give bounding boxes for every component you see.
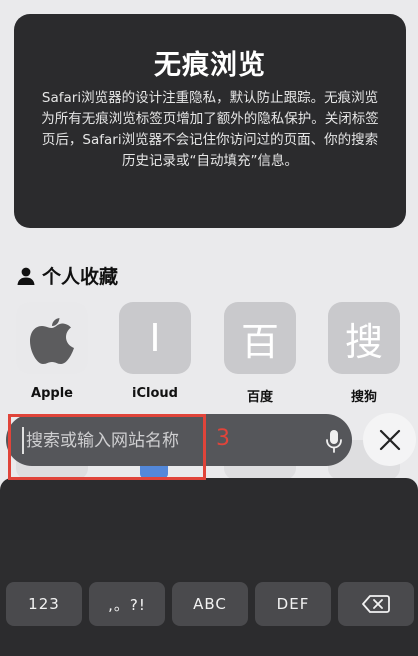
favorite-label: 搜狗 [350, 390, 377, 405]
key-punctuation[interactable]: ,。?! [89, 582, 165, 626]
key-abc[interactable]: ABC [172, 582, 248, 626]
favorite-sogou[interactable]: 搜 搜狗 [328, 302, 400, 405]
favorite-label: Apple [31, 386, 73, 401]
favorite-baidu[interactable]: 百 百度 [224, 302, 296, 405]
private-browsing-title: 无痕浏览 [154, 50, 266, 81]
favorite-apple-tile[interactable] [16, 302, 88, 374]
annotation-number: 3 [216, 426, 230, 451]
favorite-baidu-tile[interactable]: 百 [224, 302, 296, 374]
apple-logo-icon [30, 318, 74, 364]
favorite-icloud[interactable]: I iCloud [119, 302, 191, 401]
private-browsing-description: Safari浏览器的设计注重隐私，默认防止跟踪。无痕浏览为所有无痕浏览标签页增加… [41, 90, 379, 169]
person-icon [17, 267, 35, 285]
favorite-icloud-tile[interactable]: I [119, 302, 191, 374]
favorite-label: iCloud [132, 386, 178, 401]
favorites-header: 个人收藏 [16, 262, 118, 289]
microphone-icon[interactable] [324, 429, 344, 453]
close-icon [379, 429, 400, 450]
favorite-sogou-tile[interactable]: 搜 [328, 302, 400, 374]
backspace-icon [362, 595, 390, 613]
favorite-label: 百度 [246, 390, 273, 405]
close-button[interactable] [363, 413, 416, 466]
key-123[interactable]: 123 [6, 582, 82, 626]
keyboard-candidate-row [0, 540, 418, 580]
key-def[interactable]: DEF [255, 582, 331, 626]
private-browsing-card: 无痕浏览 Safari浏览器的设计注重隐私，默认防止跟踪。无痕浏览为所有无痕浏览… [14, 14, 406, 228]
favorites-title: 个人收藏 [42, 266, 119, 288]
annotation-highlight-box [8, 414, 206, 480]
delete-key[interactable] [338, 582, 414, 626]
favorite-apple[interactable]: Apple [16, 302, 88, 401]
